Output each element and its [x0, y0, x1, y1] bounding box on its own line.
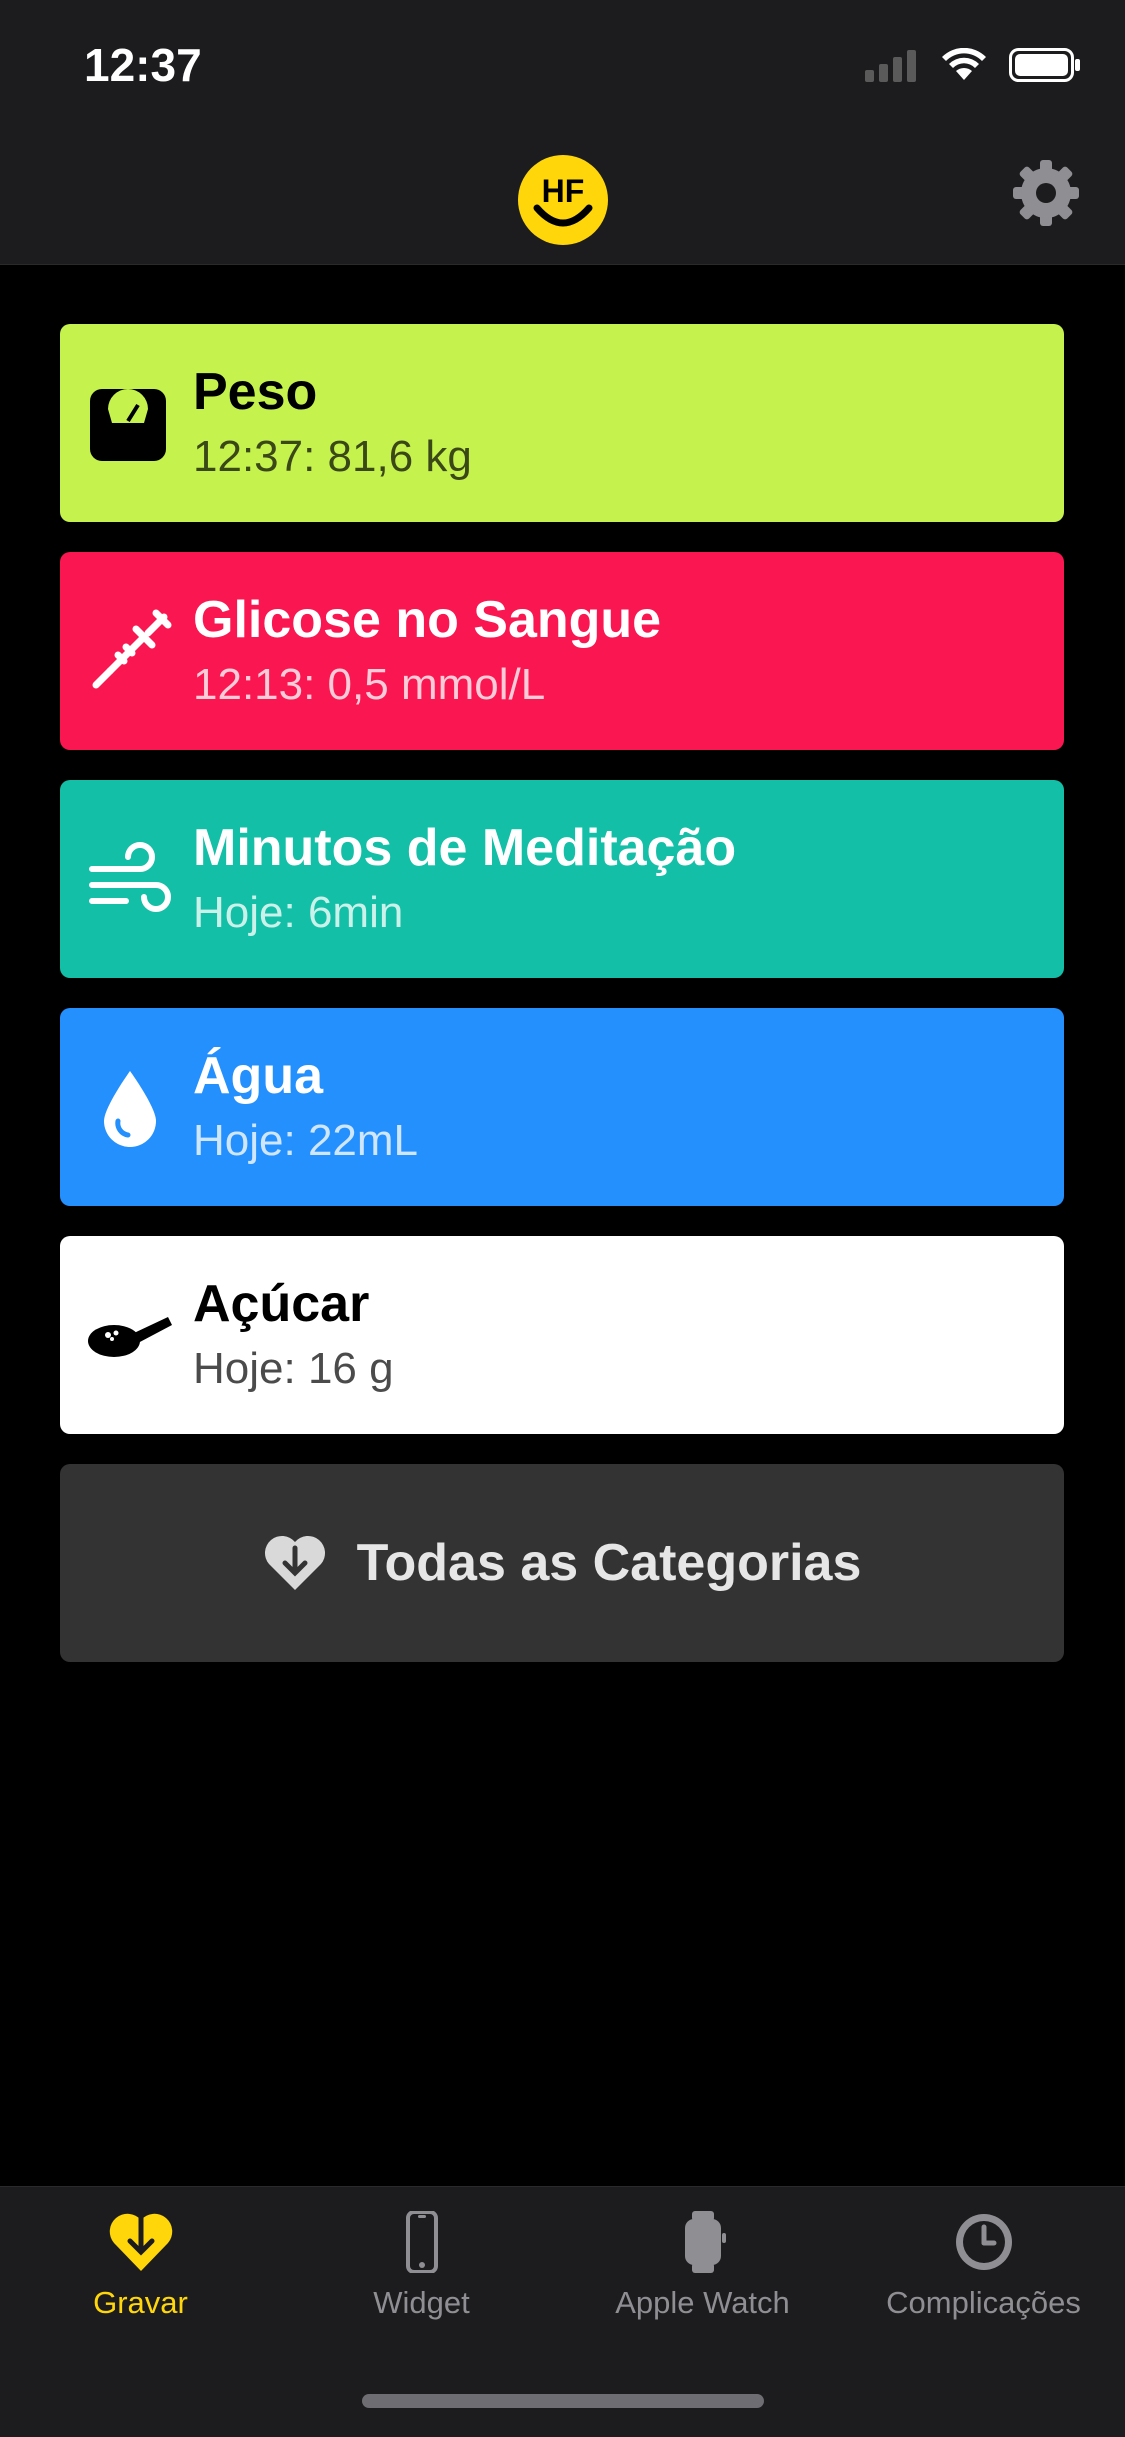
battery-icon [1009, 48, 1080, 82]
navigation-bar: HF [0, 132, 1125, 265]
category-card-glicose[interactable]: Glicose no Sangue 12:13: 0,5 mmol/L [60, 552, 1064, 750]
status-time: 12:37 [84, 39, 202, 91]
wifi-icon [942, 48, 986, 80]
category-card-meditacao[interactable]: Minutos de Meditação Hoje: 6min [60, 780, 1064, 978]
syringe-icon [92, 609, 172, 689]
card-title: Minutos de Meditação [193, 819, 737, 877]
app-logo-smiley-icon: HF [518, 155, 608, 245]
all-categories-button[interactable]: Todas as Categorias [60, 1464, 1064, 1662]
sugar-spoon-icon [88, 1317, 172, 1357]
water-drop-icon [104, 1071, 156, 1147]
status-icons [865, 48, 1081, 82]
card-subtitle: Hoje: 6min [193, 888, 404, 937]
phone-icon [405, 2211, 438, 2273]
category-card-agua[interactable]: Água Hoje: 22mL [60, 1008, 1064, 1206]
tab-label: Gravar [93, 2285, 188, 2320]
category-card-acucar[interactable]: Açúcar Hoje: 16 g [60, 1236, 1064, 1434]
tab-label: Complicações [886, 2285, 1081, 2320]
scale-icon [90, 389, 166, 461]
card-subtitle: Hoje: 22mL [193, 1116, 419, 1165]
heart-download-icon [264, 1535, 325, 1590]
category-card-peso[interactable]: Peso 12:37: 81,6 kg [60, 324, 1064, 522]
card-title: Glicose no Sangue [193, 591, 662, 649]
wind-icon [89, 842, 171, 912]
all-categories-label: Todas as Categorias [356, 1534, 862, 1592]
home-indicator[interactable] [362, 2394, 764, 2408]
cellular-signal-icon [865, 50, 916, 82]
tab-label: Widget [373, 2285, 470, 2320]
clock-icon [955, 2214, 1012, 2270]
card-subtitle: 12:37: 81,6 kg [193, 432, 472, 481]
status-bar: 12:37 [0, 0, 1125, 132]
card-title: Açúcar [193, 1275, 370, 1333]
card-title: Peso [193, 363, 318, 421]
tab-widget[interactable]: Widget [281, 2211, 562, 2321]
tab-complicacoes[interactable]: Complicações [843, 2211, 1124, 2321]
card-subtitle: 12:13: 0,5 mmol/L [193, 660, 546, 709]
gear-icon[interactable] [1011, 158, 1081, 228]
card-subtitle: Hoje: 16 g [193, 1344, 394, 1393]
watch-icon [684, 2211, 726, 2273]
card-title: Água [193, 1047, 323, 1105]
heart-download-icon [109, 2211, 172, 2271]
logo-text: HF [542, 173, 585, 209]
tab-gravar[interactable]: Gravar [0, 2211, 281, 2321]
tab-label: Apple Watch [615, 2285, 790, 2320]
tab-apple-watch[interactable]: Apple Watch [562, 2211, 843, 2321]
